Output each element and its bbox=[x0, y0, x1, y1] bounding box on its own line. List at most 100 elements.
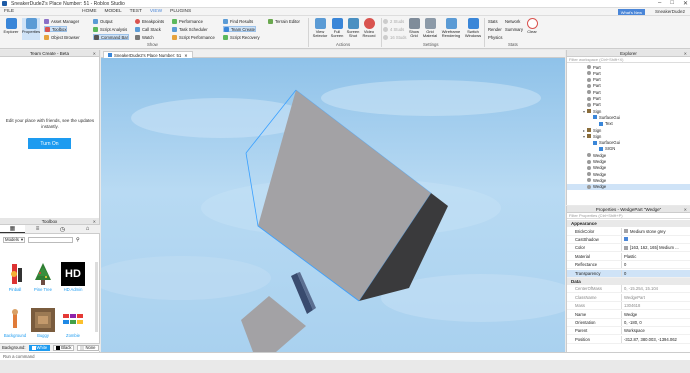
explorer-item[interactable]: Wedge bbox=[567, 183, 690, 190]
team-create-button[interactable]: Team Create bbox=[223, 26, 256, 32]
close-icon[interactable]: ✕ bbox=[684, 207, 687, 212]
menu-file[interactable]: FILE bbox=[0, 9, 18, 14]
output-button[interactable]: Output bbox=[93, 18, 113, 24]
task-scheduler-button[interactable]: Task Scheduler bbox=[172, 26, 208, 32]
property-row[interactable]: Material Plastic bbox=[567, 252, 690, 261]
breakpoints-button[interactable]: Breakpoints bbox=[135, 18, 164, 24]
asset-tile[interactable]: Background bbox=[2, 308, 28, 338]
find-results-button[interactable]: Find Results bbox=[223, 18, 253, 24]
network-button[interactable]: Network bbox=[505, 18, 520, 24]
menu-home[interactable]: HOME bbox=[78, 9, 100, 14]
viewport-3d[interactable] bbox=[101, 58, 565, 352]
explorer-item[interactable]: Wedge bbox=[567, 177, 690, 183]
explorer-item[interactable]: Part bbox=[567, 89, 690, 95]
search-icon[interactable]: ⚲ bbox=[76, 237, 80, 243]
explorer-item[interactable]: Wedge bbox=[567, 171, 690, 177]
close-icon[interactable]: ✕ bbox=[184, 53, 187, 58]
whats-new-button[interactable]: What's New bbox=[617, 9, 645, 15]
property-value[interactable]: -312.87, 380.003, -1394.062 bbox=[621, 335, 690, 343]
explorer-item[interactable]: Part bbox=[567, 83, 690, 89]
asset-tile[interactable]: Buggy bbox=[30, 308, 56, 338]
tab-marketplace[interactable]: ▦ bbox=[0, 225, 25, 233]
explorer-item[interactable]: ▾ Sign bbox=[567, 133, 690, 139]
property-row[interactable]: Transparency 0 bbox=[567, 269, 690, 278]
performance-button[interactable]: Performance bbox=[172, 18, 203, 24]
property-value[interactable]: 0 bbox=[621, 269, 690, 277]
property-row[interactable]: Reflectance 0 bbox=[567, 261, 690, 270]
grid-16-studs-option[interactable]: 16 Studs bbox=[383, 34, 407, 40]
menu-plugins[interactable]: PLUGINS bbox=[166, 9, 195, 14]
explorer-item[interactable]: ▾ Sign bbox=[567, 108, 690, 114]
property-row[interactable]: CenterOfMass 0, -15.254, 15.104 bbox=[567, 285, 690, 294]
user-name[interactable]: SneakerDude2 bbox=[655, 9, 685, 14]
menu-view[interactable]: VIEW bbox=[146, 9, 166, 14]
asset-tile[interactable]: Pinball bbox=[2, 262, 28, 292]
explorer-item[interactable]: Part bbox=[567, 64, 690, 70]
explorer-item[interactable]: Part bbox=[567, 102, 690, 108]
tab-recent[interactable]: ◷ bbox=[50, 225, 75, 233]
call-stack-button[interactable]: Call Stack bbox=[135, 26, 161, 32]
explorer-item[interactable]: Part bbox=[567, 77, 690, 83]
object-browser-button[interactable]: Object Browser bbox=[44, 34, 80, 40]
script-analysis-button[interactable]: Script Analysis bbox=[93, 26, 127, 32]
tab-creations[interactable]: ⌂ bbox=[75, 225, 100, 233]
toolbox-button[interactable]: Toolbox bbox=[44, 26, 68, 32]
properties-button[interactable]: Properties bbox=[22, 18, 40, 40]
property-value[interactable]: 0 bbox=[621, 261, 690, 269]
explorer-item[interactable]: Text bbox=[567, 121, 690, 127]
property-row[interactable]: Mass 1304618 bbox=[567, 302, 690, 311]
explorer-item[interactable]: Wedge bbox=[567, 152, 690, 158]
property-row[interactable]: CastShadow bbox=[567, 235, 690, 244]
script-recovery-button[interactable]: Script Recovery bbox=[223, 34, 260, 40]
search-input[interactable] bbox=[28, 236, 73, 243]
background-none-button[interactable]: None bbox=[77, 344, 99, 351]
property-value[interactable]: [163, 162, 165] Medium ... bbox=[621, 244, 690, 252]
property-value[interactable]: Plastic bbox=[621, 252, 690, 260]
minimize-button[interactable]: – bbox=[658, 0, 661, 7]
watch-button[interactable]: Watch bbox=[135, 34, 154, 40]
property-value[interactable]: Medium stone grey bbox=[621, 227, 690, 235]
view-selector-button[interactable]: View Selector bbox=[311, 18, 329, 40]
stats-button[interactable]: Stats bbox=[488, 18, 498, 24]
explorer-item[interactable]: Wedge bbox=[567, 165, 690, 171]
property-row[interactable]: Name Wedge bbox=[567, 310, 690, 319]
floor-part[interactable] bbox=[241, 296, 306, 352]
background-white-button[interactable]: White bbox=[28, 344, 51, 351]
asset-tile[interactable]: Pine Tree bbox=[30, 262, 56, 292]
summary-button[interactable]: Summary bbox=[505, 26, 523, 32]
script-performance-button[interactable]: Script Performance bbox=[172, 34, 215, 40]
close-icon[interactable]: ✕ bbox=[93, 51, 96, 56]
menu-test[interactable]: TEST bbox=[126, 9, 146, 14]
explorer-item[interactable]: Wedge bbox=[567, 159, 690, 165]
property-row[interactable]: Orientation 0, -180, 0 bbox=[567, 319, 690, 327]
physics-button[interactable]: Physics bbox=[488, 34, 502, 40]
maximize-button[interactable]: □ bbox=[670, 0, 674, 7]
explorer-item[interactable]: ▸ Sign bbox=[567, 127, 690, 133]
background-black-button[interactable]: Black bbox=[53, 344, 75, 351]
property-value[interactable]: Wedge bbox=[621, 310, 690, 318]
turn-on-button[interactable]: Turn On bbox=[28, 138, 71, 149]
close-icon[interactable]: ✕ bbox=[93, 219, 96, 224]
property-row[interactable]: Color [163, 162, 165] Medium ... bbox=[567, 244, 690, 253]
wireframe-rendering-button[interactable]: Wireframe Rendering bbox=[440, 18, 462, 40]
command-bar-button[interactable]: Command Bar bbox=[93, 34, 129, 40]
checkbox[interactable] bbox=[624, 237, 628, 242]
close-icon[interactable]: ✕ bbox=[684, 51, 687, 56]
explorer-item[interactable]: Part bbox=[567, 70, 690, 76]
explorer-button[interactable]: Explorer bbox=[2, 18, 20, 40]
close-button[interactable]: ✕ bbox=[683, 0, 688, 7]
document-tab[interactable]: SneakerDude2's Place Number: 51 ✕ bbox=[103, 51, 193, 58]
property-value[interactable]: 1304618 bbox=[621, 302, 690, 310]
command-bar-input[interactable]: Run a command bbox=[0, 352, 690, 360]
grid-material-button[interactable]: Grid Material bbox=[421, 18, 439, 40]
explorer-filter-input[interactable]: Filter workspace (Ctrl+Shift+X) bbox=[567, 57, 690, 63]
clear-button[interactable]: Clear bbox=[523, 18, 541, 40]
terrain-editor-button[interactable]: Terrain Editor bbox=[268, 18, 300, 24]
property-value[interactable]: Workspace bbox=[621, 327, 690, 335]
property-section-header[interactable]: Data bbox=[567, 277, 690, 285]
property-value[interactable]: 0, -180, 0 bbox=[621, 319, 690, 326]
switch-windows-button[interactable]: Switch Windows bbox=[463, 18, 483, 40]
video-record-button[interactable]: Video Record bbox=[360, 18, 378, 40]
property-row[interactable]: ClassName WedgePart bbox=[567, 293, 690, 302]
explorer-item[interactable]: SurfaceGui bbox=[567, 140, 690, 146]
